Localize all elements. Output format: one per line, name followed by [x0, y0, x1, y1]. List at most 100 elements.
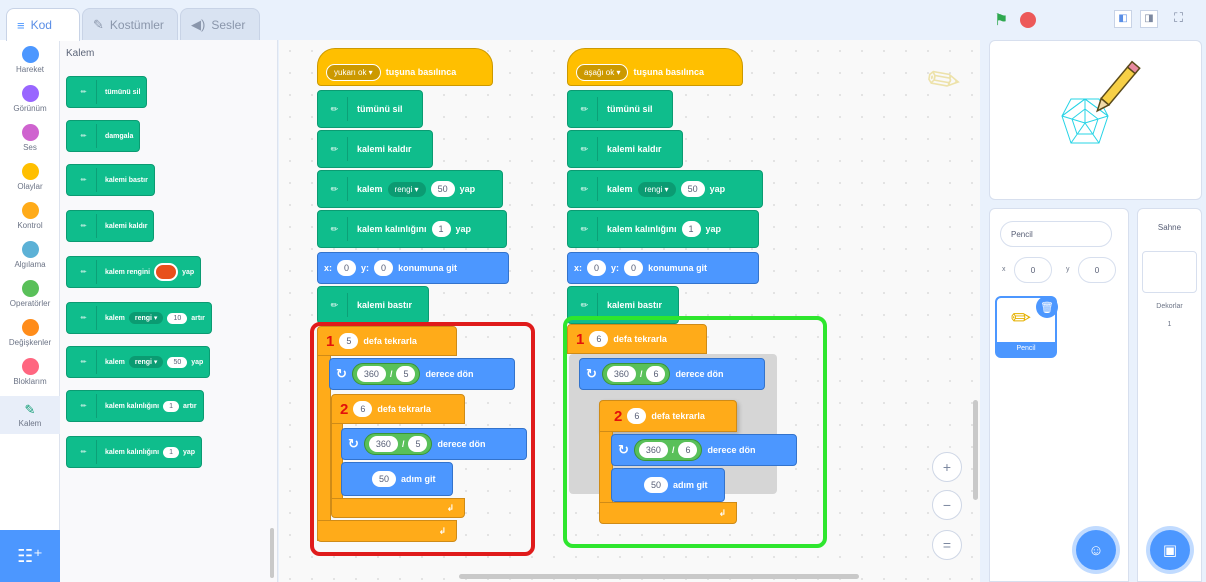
x-input[interactable]: 0 — [587, 260, 607, 276]
block-text: yap — [709, 184, 726, 194]
script-horizontal-scrollbar[interactable] — [459, 574, 859, 579]
brush-icon: ✎ — [93, 16, 104, 32]
tab-sounds[interactable]: ◀) Sesler — [180, 8, 260, 40]
key-dropdown[interactable]: yukarı ok ▾ — [326, 63, 381, 81]
param-dropdown[interactable]: rengi ▾ — [387, 181, 426, 197]
block-text: konumuna git — [398, 263, 458, 273]
add-backdrop-icon: ▣ — [1162, 542, 1178, 559]
tab-costumes[interactable]: ✎ Kostümler — [82, 8, 178, 40]
value-input[interactable]: 1 — [681, 221, 701, 237]
choose-backdrop-button[interactable]: ▣ — [1150, 530, 1190, 570]
block-text: kalem kalınlığını — [105, 448, 160, 456]
when-key-pressed-block[interactable]: yukarı ok ▾ tuşuna basılınca — [317, 48, 493, 86]
key-dropdown[interactable]: aşağı ok ▾ — [576, 63, 629, 81]
category-looks[interactable]: Görünüm — [0, 85, 60, 113]
param-dropdown[interactable]: rengi ▾ — [128, 312, 164, 324]
backdrop-thumbnail[interactable] — [1142, 251, 1197, 293]
choose-sprite-button[interactable]: ☺ — [1076, 530, 1116, 570]
value-input[interactable]: 50 — [680, 181, 705, 197]
go-to-xy-block[interactable]: x: 0 y: 0 konumuna git — [567, 252, 759, 284]
pen-down-block[interactable]: ✏ kalemi bastır — [317, 286, 429, 324]
x-field[interactable]: 0 — [1014, 257, 1052, 283]
add-extension-button[interactable]: ☷⁺ — [0, 530, 60, 582]
y-value: 0 — [1094, 265, 1100, 275]
zoom-reset-button[interactable]: = — [932, 530, 962, 560]
pen-icon: ✏ — [322, 217, 348, 241]
value-input[interactable]: 1 — [431, 221, 451, 237]
sprite-name-field[interactable]: Pencil — [1000, 221, 1112, 247]
delete-sprite-button[interactable]: 🗑 — [1036, 296, 1058, 318]
category-sound[interactable]: Ses — [0, 124, 60, 152]
y-field[interactable]: 0 — [1078, 257, 1116, 283]
value-input[interactable]: 50 — [167, 356, 188, 368]
stage-header: ⚑ ◧ ◨ ⛶ — [980, 0, 1206, 40]
stage-pane-title: Sahne — [1157, 223, 1182, 232]
value-input[interactable]: 1 — [163, 446, 179, 458]
set-pen-size-block[interactable]: ✏ kalem kalınlığını 1 yap — [317, 210, 507, 248]
set-pen-size-block[interactable]: ✏ kalem kalınlığını 1 yap — [567, 210, 759, 248]
y-input[interactable]: 0 — [374, 260, 394, 276]
events-dot-icon — [21, 163, 39, 180]
category-pen[interactable]: ✎ Kalem — [0, 396, 60, 434]
category-label: Algılama — [14, 260, 46, 269]
stage-pane[interactable]: Sahne Dekorlar 1 — [1137, 208, 1202, 582]
green-flag-icon[interactable]: ⚑ — [994, 10, 1008, 30]
category-label: Hareket — [15, 65, 44, 74]
palette-block-set-pen-size[interactable]: ✏ kalem kalınlığını 1 yap — [66, 436, 203, 468]
script-area[interactable]: yukarı ok ▾ tuşuna basılınca ✏ tümünü si… — [279, 40, 980, 582]
small-stage-icon[interactable]: ◧ — [1114, 10, 1132, 28]
zoom-in-button[interactable]: + — [932, 452, 962, 482]
palette-block-clear[interactable]: ✏ tümünü sil — [66, 76, 148, 108]
block-text: kalem — [105, 358, 125, 366]
x-input[interactable]: 0 — [337, 260, 357, 276]
palette-block-set-pen-color[interactable]: ✏ kalem rengini yap — [66, 256, 202, 288]
category-operators[interactable]: Operatörler — [0, 280, 60, 308]
block-text: tümünü sil — [357, 104, 403, 114]
category-sensing[interactable]: Algılama — [0, 241, 60, 269]
block-text: tuşuna basılınca — [633, 67, 705, 77]
clear-block[interactable]: ✏ tümünü sil — [317, 90, 423, 128]
y-input[interactable]: 0 — [624, 260, 644, 276]
stage-canvas[interactable] — [989, 40, 1202, 200]
param-dropdown[interactable]: rengi ▾ — [128, 356, 164, 368]
palette-block-change-pen-size[interactable]: ✏ kalem kalınlığını 1 artır — [66, 390, 204, 422]
pen-icon: ✏ — [71, 214, 97, 238]
category-events[interactable]: Olaylar — [0, 163, 60, 191]
clear-block[interactable]: ✏ tümünü sil — [567, 90, 673, 128]
normal-stage-icon[interactable]: ◨ — [1140, 10, 1158, 28]
go-to-xy-block[interactable]: x: 0 y: 0 konumuna git — [317, 252, 509, 284]
category-my-blocks[interactable]: Bloklarım — [0, 358, 60, 386]
palette-block-pen-down[interactable]: ✏ kalemi bastır — [66, 164, 155, 196]
set-pen-param-block[interactable]: ✏ kalem rengi ▾ 50 yap — [317, 170, 503, 208]
palette-block-pen-up[interactable]: ✏ kalemi kaldır — [66, 210, 155, 242]
category-control[interactable]: Kontrol — [0, 202, 60, 230]
palette-scrollbar[interactable] — [270, 528, 274, 578]
stop-icon[interactable] — [1020, 12, 1036, 28]
palette-block-stamp[interactable]: ✏ damgala — [66, 120, 141, 152]
value-input[interactable]: 50 — [430, 181, 455, 197]
fullscreen-icon[interactable]: ⛶ — [1174, 10, 1183, 26]
pen-icon: ✏ — [572, 177, 598, 201]
zoom-out-button[interactable]: − — [932, 490, 962, 520]
block-text: kalemi kaldır — [357, 144, 412, 154]
tab-code[interactable]: ≡ Kod — [6, 8, 80, 41]
category-motion[interactable]: Hareket — [0, 46, 60, 74]
script-vertical-scrollbar[interactable] — [973, 400, 978, 500]
value-input[interactable]: 10 — [167, 312, 188, 324]
category-label: Değişkenler — [8, 338, 52, 347]
block-text: kalemi bastır — [357, 300, 413, 310]
set-pen-param-block[interactable]: ✏ kalem rengi ▾ 50 yap — [567, 170, 763, 208]
motion-dot-icon — [21, 46, 39, 63]
category-label: Kalem — [18, 419, 42, 428]
value-input[interactable]: 1 — [163, 400, 179, 412]
pen-up-block[interactable]: ✏ kalemi kaldır — [567, 130, 683, 168]
pen-color-swatch[interactable] — [154, 263, 179, 281]
category-label: Ses — [23, 143, 37, 152]
when-key-pressed-block[interactable]: aşağı ok ▾ tuşuna basılınca — [567, 48, 743, 86]
palette-block-set-pen-param[interactable]: ✏ kalem rengi ▾ 50 yap — [66, 346, 211, 378]
palette-block-change-pen-param[interactable]: ✏ kalem rengi ▾ 10 artır — [66, 302, 212, 334]
pen-up-block[interactable]: ✏ kalemi kaldır — [317, 130, 433, 168]
block-text: yap — [191, 358, 204, 366]
category-variables[interactable]: Değişkenler — [0, 319, 60, 347]
param-dropdown[interactable]: rengi ▾ — [637, 181, 676, 197]
